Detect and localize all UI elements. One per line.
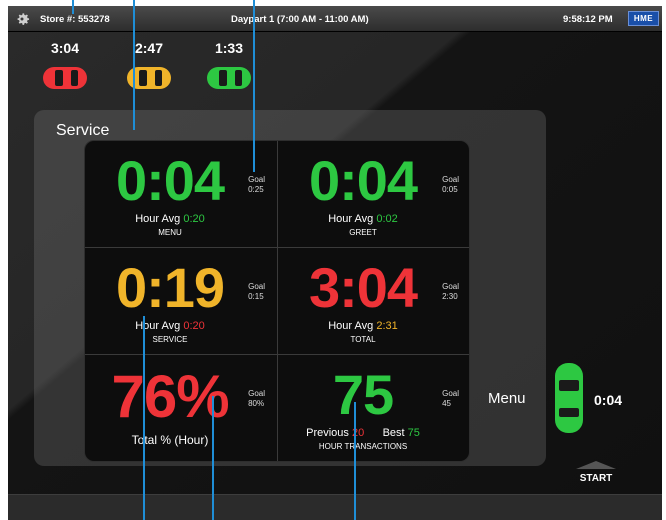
service-label: SERVICE bbox=[152, 335, 188, 344]
top-bar: Store #: 553278 Daypart 1 (7:00 AM - 11:… bbox=[8, 6, 662, 32]
clock: 9:58:12 PM bbox=[563, 14, 613, 25]
callout-line bbox=[133, 0, 135, 130]
total-percent: 76% bbox=[111, 363, 229, 430]
menu-hour-avg: Hour Avg 0:20 bbox=[135, 213, 205, 225]
greet-hour-avg: Hour Avg 0:02 bbox=[328, 213, 398, 225]
metrics-grid: 0:04 Goal 0:25 Hour Avg 0:20 MENU 0:04 Go… bbox=[84, 140, 470, 462]
car-icon bbox=[43, 67, 87, 89]
lane-car-3[interactable]: 1:33 bbox=[206, 40, 252, 94]
transactions-count: 75 bbox=[332, 363, 394, 426]
total-hour-avg: Hour Avg 2:31 bbox=[328, 320, 398, 332]
bottom-bar bbox=[8, 494, 662, 520]
service-goal: Goal 0:15 bbox=[248, 282, 265, 301]
greet-label: GREET bbox=[349, 228, 377, 237]
menu-lane-time: 0:04 bbox=[594, 392, 623, 408]
tile-service[interactable]: 0:19 Goal 0:15 Hour Avg 0:20 SERVICE bbox=[85, 248, 278, 355]
gear-icon[interactable] bbox=[13, 10, 31, 28]
menu-label: MENU bbox=[158, 228, 182, 237]
tile-total[interactable]: 3:04 Goal 2:30 Hour Avg 2:31 TOTAL bbox=[278, 248, 469, 355]
service-time: 0:19 bbox=[115, 256, 225, 319]
callout-line bbox=[143, 316, 145, 520]
greet-time: 0:04 bbox=[308, 149, 418, 212]
store-number: Store #: 553278 bbox=[40, 14, 110, 25]
lane-car-time: 3:04 bbox=[50, 40, 80, 56]
total-percent-goal: Goal 80% bbox=[248, 389, 265, 408]
greet-goal: Goal 0:05 bbox=[442, 175, 459, 194]
dashboard-screen: Store #: 553278 Daypart 1 (7:00 AM - 11:… bbox=[8, 6, 662, 520]
hme-logo[interactable]: HME bbox=[628, 11, 659, 26]
lane-car-1[interactable]: 3:04 bbox=[42, 40, 88, 94]
car-icon[interactable] bbox=[553, 362, 585, 434]
start-button[interactable]: START bbox=[576, 461, 616, 484]
menu-time: 0:04 bbox=[115, 149, 225, 212]
tile-greet[interactable]: 0:04 Goal 0:05 Hour Avg 0:02 GREET bbox=[278, 141, 469, 248]
transactions-goal: Goal 45 bbox=[442, 389, 459, 408]
callout-line bbox=[212, 396, 214, 520]
menu-goal: Goal 0:25 bbox=[248, 175, 265, 194]
service-title: Service bbox=[56, 122, 110, 139]
total-goal: Goal 2:30 bbox=[442, 282, 459, 301]
tile-total-percent[interactable]: 76% Goal 80% Total % (Hour) bbox=[85, 355, 278, 461]
daypart-label: Daypart 1 (7:00 AM - 11:00 AM) bbox=[231, 14, 369, 25]
menu-lane-label: Menu bbox=[488, 390, 526, 407]
service-hour-avg: Hour Avg 0:20 bbox=[135, 320, 205, 332]
up-arrow-icon bbox=[576, 461, 616, 469]
callout-line bbox=[253, 0, 255, 172]
tile-menu[interactable]: 0:04 Goal 0:25 Hour Avg 0:20 MENU bbox=[85, 141, 278, 248]
total-time: 3:04 bbox=[308, 256, 418, 319]
transactions-prev-best: Previous 20 Best 75 bbox=[306, 427, 420, 439]
car-icon bbox=[207, 67, 251, 89]
total-percent-label: Total % (Hour) bbox=[131, 433, 209, 447]
lane-car-time: 1:33 bbox=[214, 40, 244, 56]
callout-line bbox=[354, 402, 356, 520]
total-label: TOTAL bbox=[350, 335, 376, 344]
callout-line bbox=[72, 0, 74, 14]
tile-transactions[interactable]: 75 Goal 45 Previous 20 Best 75 HOUR TRANS… bbox=[278, 355, 469, 461]
transactions-label: HOUR TRANSACTIONS bbox=[318, 442, 408, 451]
